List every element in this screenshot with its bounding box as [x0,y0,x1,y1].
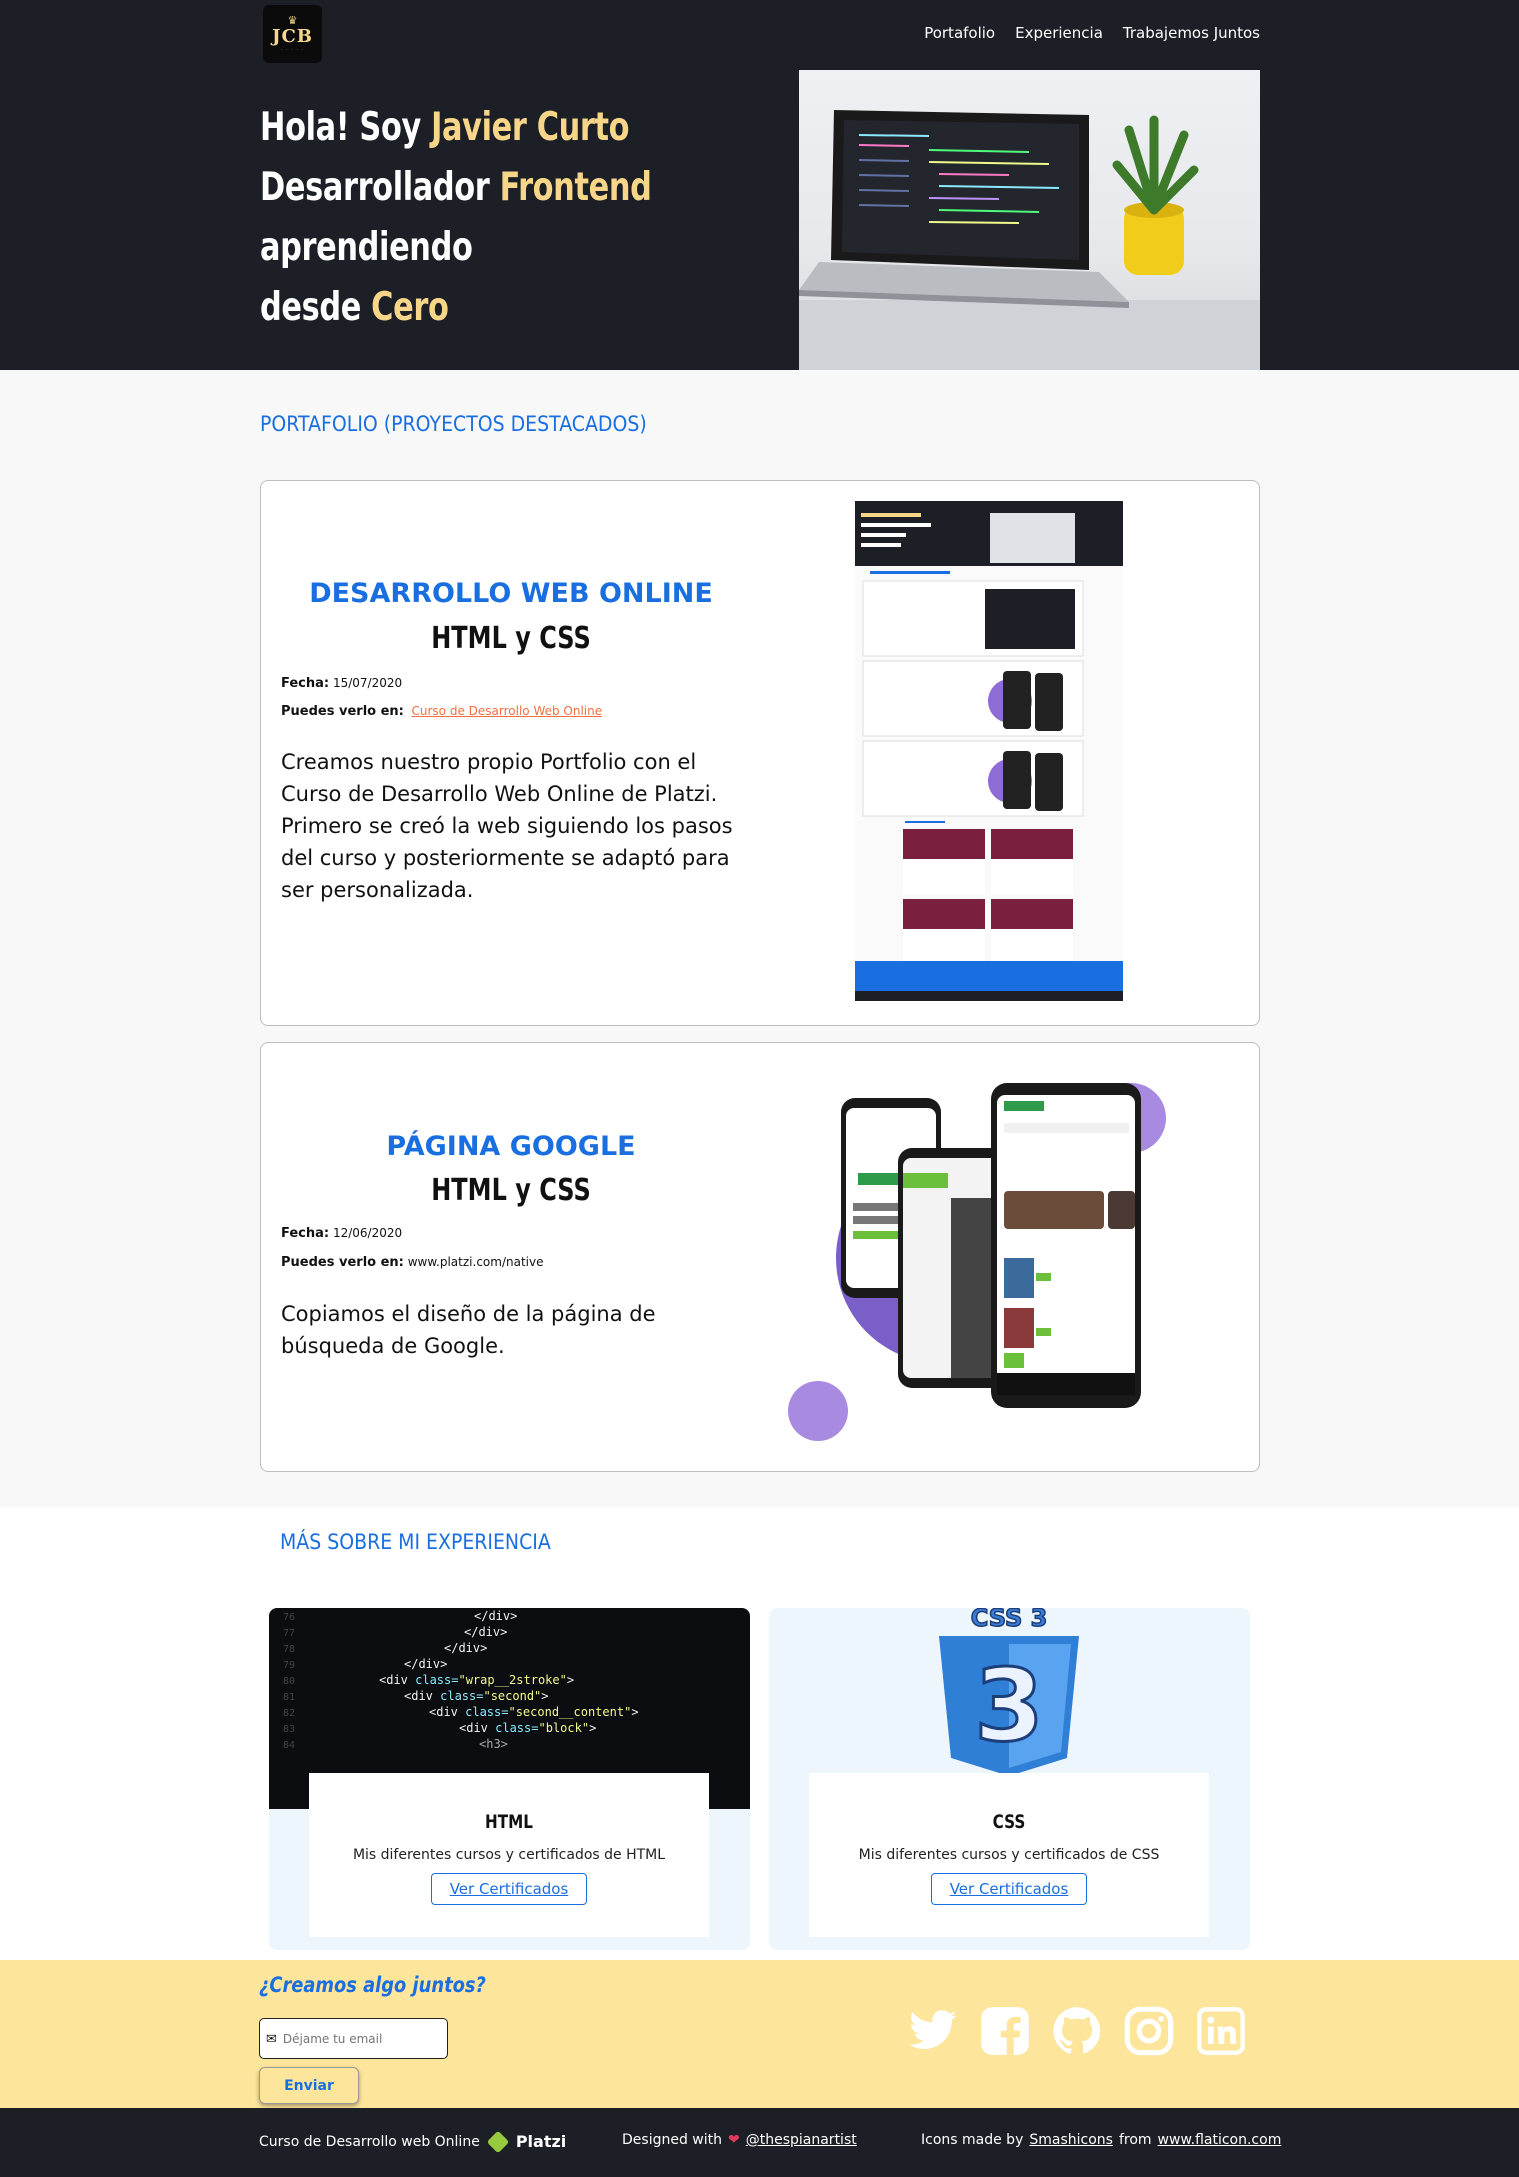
main-nav: Portafolio Experiencia Trabajemos Juntos [924,24,1260,42]
ver-certificados-button[interactable]: Ver Certificados [430,1873,588,1905]
nav-trabajemos-juntos[interactable]: Trabajemos Juntos [1123,24,1260,42]
hero-role: Frontend [499,165,652,210]
facebook-icon[interactable] [979,2005,1031,2057]
footer-course: Curso de Desarrollo web Online Platzi [259,2130,567,2153]
experience-card-body: CSS Mis diferentes cursos y certificados… [809,1773,1209,1937]
heart-icon: ❤ [728,2132,740,2148]
social-links [907,2005,1247,2057]
svg-text:82: 82 [283,1708,295,1719]
designer-link[interactable]: @thespianartist [746,2132,857,2148]
linkedin-icon[interactable] [1195,2005,1247,2057]
mail-icon: ✉ [266,2030,277,2046]
project-link: Puedes verlo en: Curso de Desarrollo Web… [281,704,603,719]
project-link-text: www.platzi.com/native [407,1255,544,1269]
nav-experiencia[interactable]: Experiencia [1015,24,1103,42]
crown-icon: ♛ [287,14,298,27]
project-description: Creamos nuestro propio Portfolio con el … [281,750,733,902]
svg-text:</div>: </div> [404,1657,447,1671]
platzi-logo-text: Platzi [515,2132,567,2151]
smashicons-link[interactable]: Smashicons [1029,2132,1113,2148]
svg-text:<h3>: <h3> [479,1737,508,1751]
experience-card-title: CSS [992,1811,1026,1833]
logo[interactable]: ♛ JCB · · · · · [263,5,322,63]
svg-text:84: 84 [283,1740,295,1751]
experience-card-description: Mis diferentes cursos y certificados de … [352,1847,666,1863]
svg-text:79: 79 [283,1660,295,1671]
svg-text:<div class="wrap__2stroke">: <div class="wrap__2stroke"> [379,1673,574,1687]
hero-line4-a: desde [260,285,372,330]
svg-text:<div class="second">: <div class="second"> [404,1689,549,1703]
hero-line1-a: Hola! Soy [260,105,432,150]
svg-text:76: 76 [283,1612,295,1623]
footer-designed: Designed with ❤ @thespianartist [622,2132,857,2148]
portfolio-title: PORTAFOLIO (PROYECTOS DESTACADOS) [260,412,647,436]
nav-portafolio[interactable]: Portafolio [924,24,995,42]
hero-line3: aprendiendo [260,225,473,270]
project-link: Puedes verlo en: www.platzi.com/native [281,1255,544,1270]
footer-credits: Icons made by Smashicons from www.flatic… [921,2132,1281,2148]
svg-text:<div class="block">: <div class="block"> [459,1721,596,1735]
project-date: Fecha: 15/07/2020 [281,676,403,691]
svg-text:</div>: </div> [464,1625,507,1639]
email-input[interactable] [282,2031,433,2046]
twitter-icon[interactable] [907,2005,959,2057]
footer-from-text: from [1118,2132,1152,2148]
svg-text:80: 80 [283,1676,295,1687]
experience-card-html: </div> </div> </div> </div> <div class="… [269,1608,750,1950]
project-card: DESARROLLO WEB ONLINE HTML y CSS Fecha: … [260,480,1260,1026]
project-title: PÁGINA GOOGLE [386,1131,636,1162]
hero-cero: Cero [371,285,449,330]
project-description: Copiamos el diseño de la página de búsqu… [281,1302,656,1358]
experience-card-body: HTML Mis diferentes cursos y certificado… [309,1773,709,1937]
experience-section [0,1507,1519,1960]
svg-text:<div class="second__content">: <div class="second__content"> [429,1705,639,1719]
svg-text:83: 83 [283,1724,295,1735]
laptop-image [799,70,1260,370]
mobile-app-mockup [766,1073,1186,1463]
project-link-anchor[interactable]: Curso de Desarrollo Web Online [412,704,603,718]
github-icon[interactable] [1051,2005,1103,2057]
svg-text:81: 81 [283,1692,295,1703]
svg-text:78: 78 [283,1644,295,1655]
hero-name: Javier Curto [431,105,630,150]
project-subtitle: HTML y CSS [431,1173,591,1208]
site-footer: Curso de Desarrollo web Online Platzi De… [0,2108,1519,2177]
email-field-wrapper: ✉ [259,2018,448,2059]
footer-course-text: Curso de Desarrollo web Online [259,2133,480,2150]
svg-text:</div>: </div> [444,1641,487,1655]
ver-certificados-button[interactable]: Ver Certificados [930,1873,1088,1905]
hero-heading: Hola! Soy Javier Curto Desarrollador Fro… [260,98,652,338]
experience-card-description: Mis diferentes cursos y certificados de … [858,1847,1160,1863]
svg-text:77: 77 [283,1628,295,1639]
hero-line2-a: Desarrollador [260,165,500,210]
svg-text:3: 3 [974,1647,1044,1764]
send-button[interactable]: Enviar [259,2067,359,2104]
platzi-logo-icon [486,2130,510,2153]
project-title: DESARROLLO WEB ONLINE [309,578,713,609]
project-date: Fecha: 12/06/2020 [281,1226,403,1241]
portfolio-screenshot [855,501,1123,1001]
experience-card-css: CSS 3 3 CSS Mis diferentes cursos y cert… [769,1608,1250,1950]
logo-text: JCB [271,25,314,47]
svg-text:CSS 3: CSS 3 [971,1608,1048,1632]
footer-icons-text: Icons made by [921,2132,1024,2148]
experience-card-title: HTML [485,1811,533,1833]
experience-title: MÁS SOBRE MI EXPERIENCIA [280,1530,551,1554]
contact-section: ¿Creamos algo juntos? ✉ Enviar [0,1960,1519,2108]
project-card: PÁGINA GOOGLE HTML y CSS Fecha: 12/06/20… [260,1042,1260,1472]
logo-tagline: · · · · · [281,46,304,53]
svg-text:</div>: </div> [474,1609,517,1623]
footer-designed-text: Designed with [622,2132,722,2148]
hero-header: ♛ JCB · · · · · Portafolio Experiencia T… [0,0,1519,370]
project-subtitle: HTML y CSS [431,621,591,656]
flaticon-link[interactable]: www.flaticon.com [1158,2132,1282,2148]
contact-question: ¿Creamos algo juntos? [259,1973,486,1997]
instagram-icon[interactable] [1123,2005,1175,2057]
